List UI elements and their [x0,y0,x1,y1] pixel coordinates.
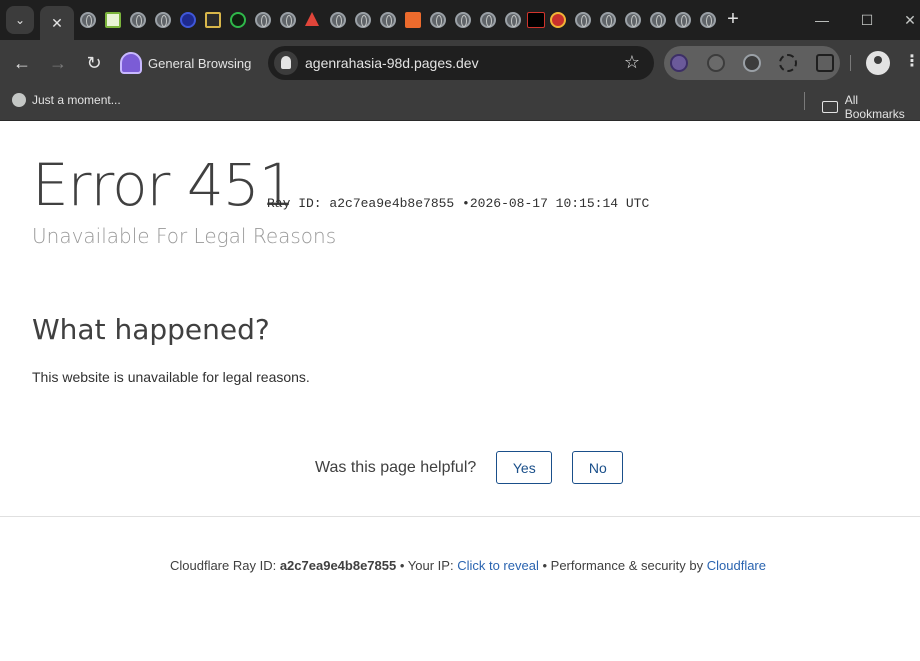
folder-icon [822,101,838,113]
site-info-icon[interactable] [274,51,298,75]
tab-globe-icon[interactable] [280,12,296,28]
extension-search-icon[interactable] [707,54,725,72]
back-arrow-icon[interactable]: ← [10,51,34,75]
bookmark-star-icon[interactable]: ☆ [624,52,640,73]
error-title: Error 451 [32,151,296,219]
error-subtitle: Unavailable For Legal Reasons [32,224,337,248]
extension-crosshair-icon[interactable] [779,54,797,72]
toolbar-divider [850,55,851,71]
footer-divider [0,516,920,517]
extension-face-icon[interactable] [743,54,761,72]
what-happened-heading: What happened? [32,313,270,346]
close-tab-icon[interactable]: ✕ [51,15,63,32]
all-bookmarks-button[interactable]: All Bookmarks [822,93,920,121]
tab-globe-icon[interactable] [130,12,146,28]
tab-globe-icon[interactable] [675,12,691,28]
tab-strip: ⌄ ✕ + — ☐ ✕ [0,0,920,40]
active-tab[interactable]: ✕ [40,6,74,40]
tab-globe-icon[interactable] [80,12,96,28]
footer-ip-prefix: Your IP: [407,558,454,573]
bookmarks-divider [804,92,805,110]
bookmarks-bar: Just a moment... All Bookmarks [0,86,920,121]
browser-toolbar: ← → ↻ General Browsing agenrahasia-98d.p… [0,40,920,86]
tab-green-logo-icon[interactable] [230,12,246,28]
tab-globe-icon[interactable] [330,12,346,28]
no-button[interactable]: No [572,451,624,484]
globe-icon [12,93,26,107]
tab-globe-icon[interactable] [625,12,641,28]
extension-checkmark-icon[interactable] [670,54,688,72]
tab-red-badge-icon[interactable] [550,12,566,28]
tab-globe-icon[interactable] [600,12,616,28]
timestamp: 2026-08-17 10:15:14 UTC [469,196,650,211]
footer-perf-prefix: Performance & security by [550,558,704,573]
url-text[interactable]: agenrahasia-98d.pages.dev [305,55,479,71]
tab-globe-icon[interactable] [380,12,396,28]
yes-button[interactable]: Yes [496,451,553,484]
bookmark-label: Just a moment... [32,93,121,107]
cloudflare-link[interactable]: Cloudflare [707,558,766,573]
tab-red-triangle-icon[interactable] [305,12,319,26]
tab-globe-icon[interactable] [505,12,521,28]
feedback-section: Was this page helpful? Yes No [315,451,624,484]
what-happened-body: This website is unavailable for legal re… [32,369,310,385]
tab-globe-icon[interactable] [480,12,496,28]
footer-ray-id: a2c7ea9e4b8e7855 [279,558,397,573]
footer: Cloudflare Ray ID: a2c7ea9e4b8e7855 • Yo… [0,558,920,573]
address-bar[interactable]: agenrahasia-98d.pages.dev ☆ [268,46,654,80]
tab-globe-icon[interactable] [355,12,371,28]
forward-arrow-icon[interactable]: → [46,51,70,75]
tab-globe-icon[interactable] [650,12,666,28]
bookmark-item[interactable]: Just a moment... [12,93,121,107]
chevron-down-icon: ⌄ [14,13,26,27]
ray-id-line: Ray ID: a2c7ea9e4b8e7855 •2026-08-17 10:… [267,196,649,211]
tab-yellow-logo-icon[interactable] [205,12,221,28]
tab-globe-icon[interactable] [575,12,591,28]
close-window-button[interactable]: ✕ [900,10,920,30]
footer-ray-prefix: Cloudflare Ray ID: [169,558,277,573]
footer-separator: • [542,558,548,573]
reveal-ip-link[interactable]: Click to reveal [457,558,539,573]
tab-globe-icon[interactable] [430,12,446,28]
reload-icon[interactable]: ↻ [82,51,106,75]
extensions-group [664,46,840,80]
profile-ghost-icon [120,52,142,74]
footer-separator: • [399,558,405,573]
ray-id: Ray ID: a2c7ea9e4b8e7855 [267,196,455,211]
page-content: Error 451 Ray ID: a2c7ea9e4b8e7855 •2026… [0,121,920,661]
bullet: • [462,196,470,211]
tab-globe-icon[interactable] [255,12,271,28]
feedback-question: Was this page helpful? [315,458,477,476]
tab-globe-icon[interactable] [700,12,716,28]
kebab-menu-icon[interactable]: ⋮ [904,51,920,71]
tab-download-icon[interactable] [105,12,121,28]
profile-name: General Browsing [148,55,252,71]
tab-blue-circle-icon[interactable] [180,12,196,28]
new-tab-button[interactable]: + [722,9,744,31]
tab-globe-icon[interactable] [155,12,171,28]
tab-orange-logo-icon[interactable] [405,12,421,28]
tab-globe-icon[interactable] [455,12,471,28]
account-avatar-icon[interactable] [866,51,890,75]
tab-black-logo-icon[interactable] [527,12,545,28]
tab-search-button[interactable]: ⌄ [6,6,34,34]
profile-chip[interactable]: General Browsing [120,49,251,77]
maximize-button[interactable]: ☐ [857,10,877,30]
extensions-puzzle-icon[interactable] [816,54,834,72]
all-bookmarks-label: All Bookmarks [844,93,905,121]
minimize-button[interactable]: — [812,10,832,30]
